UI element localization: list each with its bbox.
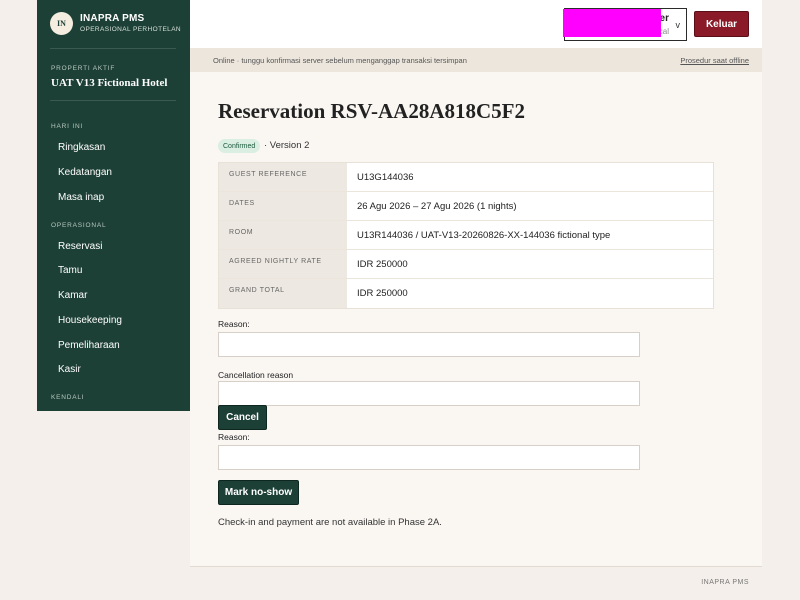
sidebar-item-ringkasan[interactable]: Ringkasan bbox=[58, 142, 105, 153]
user-menu[interactable]: er cal v bbox=[563, 8, 687, 41]
detail-row: ROOM U13R144036 / UAT-V13-20260826-XX-14… bbox=[219, 221, 713, 250]
main-content: Reservation RSV-AA28A818C5F2 Confirmed ·… bbox=[190, 72, 762, 566]
detail-row: GRAND TOTAL IDR 250000 bbox=[219, 279, 713, 308]
footer-brand: INAPRA PMS bbox=[701, 579, 749, 586]
sidebar-item-housekeeping[interactable]: Housekeeping bbox=[58, 315, 122, 326]
detail-row: DATES 26 Agu 2026 – 27 Agu 2026 (1 night… bbox=[219, 192, 713, 221]
property-name: UAT V13 Fictional Hotel bbox=[51, 77, 168, 89]
sidebar-item-kamar[interactable]: Kamar bbox=[58, 290, 87, 301]
logout-button[interactable]: Keluar bbox=[694, 11, 749, 37]
connection-status-bar: Online · tunggu konfirmasi server sebelu… bbox=[190, 48, 762, 72]
noshow-reason-input[interactable] bbox=[218, 445, 640, 470]
reservation-details: GUEST REFERENCE U13G144036 DATES 26 Agu … bbox=[218, 162, 714, 309]
mark-no-show-button[interactable]: Mark no-show bbox=[218, 480, 299, 505]
sidebar-divider bbox=[50, 100, 176, 101]
reason-input[interactable] bbox=[218, 332, 640, 357]
status-badge: Confirmed bbox=[218, 139, 261, 153]
footer-divider bbox=[190, 566, 762, 567]
noshow-reason-label: Reason: bbox=[218, 432, 250, 442]
detail-label: ROOM bbox=[219, 221, 347, 249]
detail-label: DATES bbox=[219, 192, 347, 220]
version-label: · Version 2 bbox=[264, 140, 310, 151]
detail-row: AGREED NIGHTLY RATE IDR 250000 bbox=[219, 250, 713, 279]
brand-subtitle: OPERASIONAL PERHOTELAN bbox=[80, 26, 182, 33]
offline-procedure-link[interactable]: Prosedur saat offline bbox=[680, 56, 749, 65]
detail-label: GUEST REFERENCE bbox=[219, 163, 347, 191]
chevron-down-icon: v bbox=[675, 20, 681, 30]
brand[interactable]: IN INAPRA PMS OPERASIONAL PERHOTELAN bbox=[50, 12, 181, 35]
connection-status-text: Online · tunggu konfirmasi server sebelu… bbox=[213, 56, 467, 65]
sidebar-divider bbox=[50, 48, 176, 49]
sidebar-item-masa-inap[interactable]: Masa inap bbox=[58, 192, 104, 203]
section-kendali: KENDALI bbox=[51, 394, 85, 401]
cancellation-reason-input[interactable] bbox=[218, 381, 640, 406]
detail-value: IDR 250000 bbox=[357, 259, 408, 270]
sidebar-item-pemeliharaan[interactable]: Pemeliharaan bbox=[58, 340, 120, 351]
cancel-button[interactable]: Cancel bbox=[218, 405, 267, 430]
sidebar-item-tamu[interactable]: Tamu bbox=[58, 265, 82, 276]
detail-label: AGREED NIGHTLY RATE bbox=[219, 250, 347, 278]
detail-value: U13G144036 bbox=[357, 172, 414, 183]
detail-row: GUEST REFERENCE U13G144036 bbox=[219, 163, 713, 192]
property-label: PROPERTI AKTIF bbox=[51, 65, 116, 72]
detail-value: U13R144036 / UAT-V13-20260826-XX-144036 … bbox=[357, 230, 611, 241]
detail-value: IDR 250000 bbox=[357, 288, 408, 299]
section-operasional: OPERASIONAL bbox=[51, 222, 107, 229]
reason-label: Reason: bbox=[218, 319, 250, 329]
sidebar-item-kedatangan[interactable]: Kedatangan bbox=[58, 167, 112, 178]
sidebar: IN INAPRA PMS OPERASIONAL PERHOTELAN PRO… bbox=[37, 0, 190, 411]
redaction-mask bbox=[563, 9, 661, 37]
section-hari-ini: HARI INI bbox=[51, 123, 84, 130]
phase-note: Check-in and payment are not available i… bbox=[218, 517, 442, 528]
page-title: Reservation RSV-AA28A818C5F2 bbox=[218, 99, 525, 123]
detail-value: 26 Agu 2026 – 27 Agu 2026 (1 nights) bbox=[357, 201, 517, 212]
detail-label: GRAND TOTAL bbox=[219, 279, 347, 308]
sidebar-item-reservasi[interactable]: Reservasi bbox=[58, 241, 102, 252]
sidebar-item-kasir[interactable]: Kasir bbox=[58, 364, 81, 375]
brand-name: INAPRA PMS bbox=[80, 13, 145, 24]
cancellation-reason-label: Cancellation reason bbox=[218, 370, 294, 380]
brand-logo: IN bbox=[50, 12, 73, 35]
